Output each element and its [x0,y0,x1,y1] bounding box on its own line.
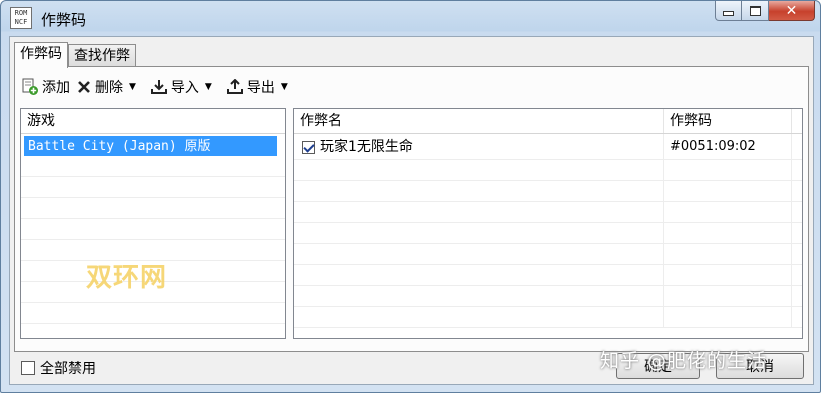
delete-dropdown-icon[interactable]: ▼ [129,82,136,92]
title-bar[interactable]: ROM NCF 作弊码 ✕ [1,1,820,34]
watermark-right: 知乎 @肥佬的生活 [600,350,768,372]
add-icon [22,78,38,95]
game-item-label: Battle City (Japan) 原版 [24,136,277,156]
app-icon: ROM NCF [10,7,32,29]
empty-row [21,303,285,324]
header-filler [792,109,802,133]
cheat-code-cell: #0051:09:02 [664,134,792,159]
cheat-enabled-checkbox[interactable] [302,140,315,154]
cheat-dialog-window: ROM NCF 作弊码 ✕ 作弊码 查找作弊 添加 删除 ▼ 导入 ▼ 导出 ▼… [0,0,821,393]
minimize-icon [723,11,734,16]
cheat-name-column-header[interactable]: 作弊名 [294,109,664,133]
dialog-client-area: 作弊码 查找作弊 添加 删除 ▼ 导入 ▼ 导出 ▼ 游戏 Battle Cit… [9,36,814,385]
window-title: 作弊码 [41,11,87,29]
close-button[interactable]: ✕ [769,1,815,21]
disable-all-option[interactable]: 全部禁用 [21,358,96,378]
delete-button[interactable]: 删除 ▼ [76,76,144,98]
import-button[interactable]: 导入 ▼ [150,76,220,98]
empty-row [21,198,285,219]
export-icon [226,79,243,94]
watermark-left: 双环网 [86,263,168,293]
cheat-list-header: 作弊名 作弊码 [294,109,802,134]
empty-row [294,181,802,202]
disable-all-checkbox[interactable] [21,361,35,375]
import-dropdown-icon[interactable]: ▼ [205,82,212,92]
add-button[interactable]: 添加 [21,76,70,98]
cheat-list[interactable]: 作弊名 作弊码 玩家1无限生命 #0051:09:02 [293,108,803,339]
empty-row [294,286,802,307]
cheat-code-column-header[interactable]: 作弊码 [664,109,792,133]
empty-row [21,219,285,240]
empty-row [294,160,802,181]
game-list[interactable]: 游戏 Battle City (Japan) 原版 [20,108,286,339]
export-button[interactable]: 导出 ▼ [226,76,296,98]
empty-row [294,223,802,244]
cheat-name-cell: 玩家1无限生命 [294,134,664,159]
cheat-codes-panel: 添加 删除 ▼ 导入 ▼ 导出 ▼ 游戏 Battle City (Japan)… [14,66,809,352]
delete-label: 删除 [95,80,123,96]
import-icon [150,80,167,94]
empty-row [294,244,802,265]
tab-search-cheats[interactable]: 查找作弊 [68,44,136,67]
import-label: 导入 [170,80,199,96]
add-label: 添加 [42,80,70,96]
empty-row [294,265,802,286]
game-list-item[interactable]: Battle City (Japan) 原版 [21,134,285,156]
tab-strip: 作弊码 查找作弊 [14,42,136,68]
toolbar: 添加 删除 ▼ 导入 ▼ 导出 ▼ [21,75,302,99]
cheat-name: 玩家1无限生命 [320,139,413,155]
empty-row [21,156,285,177]
cheat-row[interactable]: 玩家1无限生命 #0051:09:02 [294,134,802,160]
export-label: 导出 [246,80,275,96]
game-list-header: 游戏 [21,109,285,134]
caption-buttons: ✕ [715,1,815,23]
game-column-header[interactable]: 游戏 [21,109,285,133]
close-icon: ✕ [785,2,798,19]
minimize-button[interactable] [715,1,742,21]
delete-icon [78,81,90,93]
tab-cheat-codes[interactable]: 作弊码 [14,42,68,68]
maximize-icon [749,5,761,16]
empty-row [294,307,802,328]
maximize-button[interactable] [742,1,769,21]
disable-all-label: 全部禁用 [40,361,96,377]
export-dropdown-icon[interactable]: ▼ [281,82,288,92]
empty-row [21,177,285,198]
empty-row [294,202,802,223]
